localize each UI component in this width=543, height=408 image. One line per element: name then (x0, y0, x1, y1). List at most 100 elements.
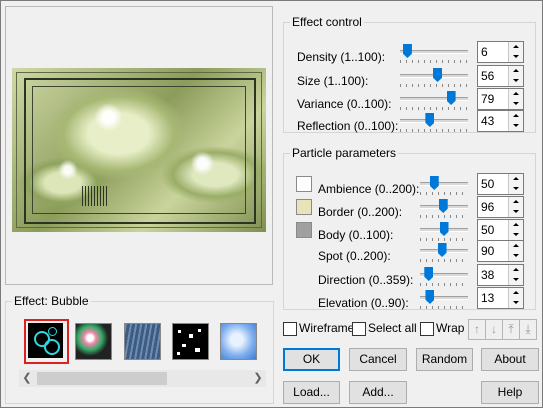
density-spin-down-icon[interactable] (509, 52, 523, 62)
move-down-icon[interactable]: ↓ (485, 319, 503, 340)
effect-bubble-thumbnail[interactable] (24, 319, 69, 364)
cancel-button[interactable]: Cancel (349, 348, 407, 371)
ambience-spinbox[interactable]: 50 (477, 173, 524, 195)
reflection-value[interactable]: 43 (481, 114, 494, 128)
ambience-row: Ambience (0..200): 50 (0, 173, 543, 199)
border-label: Border (0..200): (318, 205, 403, 219)
ambience-slider-track[interactable] (420, 182, 468, 186)
effect-glow-thumbnail[interactable] (75, 323, 112, 360)
direction-row: Direction (0..359): 38 (0, 264, 543, 290)
direction-slider-ticks (420, 283, 468, 286)
variance-label: Variance (0..100): (297, 97, 392, 111)
size-label: Size (1..100): (297, 74, 369, 88)
wrap-label: Wrap (436, 321, 465, 335)
body-spin-down-icon[interactable] (509, 230, 523, 240)
border-slider-thumb[interactable] (438, 199, 448, 213)
select-all-label: Select all (368, 321, 417, 335)
border-value[interactable]: 96 (481, 200, 494, 214)
border-spin-down-icon[interactable] (509, 207, 523, 217)
reflection-slider-thumb[interactable] (425, 113, 435, 127)
density-value[interactable]: 6 (481, 45, 488, 59)
about-button[interactable]: About (481, 348, 539, 371)
move-up-icon[interactable]: ↑ (468, 319, 486, 340)
body-spinbox[interactable]: 50 (477, 219, 524, 241)
direction-value[interactable]: 38 (481, 268, 494, 282)
body-slider-thumb[interactable] (439, 222, 449, 236)
variance-spinbox[interactable]: 79 (477, 88, 524, 110)
density-row: Density (1..100): 6 (0, 41, 543, 67)
wireframe-label: Wireframe (299, 321, 355, 335)
body-color-swatch[interactable] (296, 222, 312, 238)
ambience-color-swatch[interactable] (296, 176, 312, 192)
border-color-swatch[interactable] (296, 199, 312, 215)
wrap-checkbox[interactable] (420, 322, 434, 336)
move-bottom-icon[interactable]: ⤓ (519, 319, 537, 340)
effect-sky-thumbnail[interactable] (220, 323, 257, 360)
body-slider-ticks (420, 238, 468, 241)
direction-spin-down-icon[interactable] (509, 275, 523, 285)
size-spinbox[interactable]: 56 (477, 65, 524, 87)
reflection-spin-down-icon[interactable] (509, 121, 523, 131)
effects-title: Effect: Bubble (12, 294, 91, 308)
scrollbar-thumb[interactable] (37, 372, 167, 385)
elevation-spinbox[interactable]: 13 (477, 287, 524, 309)
body-row: Body (0..100): 50 (0, 219, 543, 245)
variance-value[interactable]: 79 (481, 92, 494, 106)
elevation-label: Elevation (0..90): (318, 296, 409, 310)
load-button[interactable]: Load... (283, 381, 340, 404)
border-spinbox[interactable]: 96 (477, 196, 524, 218)
scroll-right-icon[interactable]: ❯ (250, 370, 266, 387)
size-slider-thumb[interactable] (433, 68, 443, 82)
wireframe-checkbox[interactable] (283, 322, 297, 336)
ambience-label: Ambience (0..200): (318, 182, 420, 196)
scroll-left-icon[interactable]: ❮ (19, 370, 35, 387)
elevation-spin-down-icon[interactable] (509, 298, 523, 308)
spot-slider-ticks (420, 259, 468, 262)
elevation-slider-ticks (420, 306, 468, 309)
direction-spinbox[interactable]: 38 (477, 264, 524, 286)
variance-slider-thumb[interactable] (446, 91, 456, 105)
reflection-spinbox[interactable]: 43 (477, 110, 524, 132)
spot-row: Spot (0..200): 90 (0, 240, 543, 266)
effect-control-title: Effect control (290, 15, 364, 29)
move-top-icon[interactable]: ⤒ (502, 319, 520, 340)
body-label: Body (0..100): (318, 228, 394, 242)
variance-spin-down-icon[interactable] (509, 99, 523, 109)
border-row: Border (0..200): 96 (0, 196, 543, 222)
ambience-slider-thumb[interactable] (429, 176, 439, 190)
size-value[interactable]: 56 (481, 69, 494, 83)
add-button[interactable]: Add... (349, 381, 407, 404)
spot-value[interactable]: 90 (481, 244, 494, 258)
variance-slider-track[interactable] (400, 97, 468, 101)
variance-slider-ticks (400, 107, 468, 110)
ambience-value[interactable]: 50 (481, 177, 494, 191)
size-slider-ticks (400, 84, 468, 87)
effect-rain-thumbnail[interactable] (124, 323, 161, 360)
density-slider-thumb[interactable] (402, 44, 412, 58)
elevation-slider-thumb[interactable] (425, 290, 435, 304)
border-slider-ticks (420, 215, 468, 218)
particle-parameters-title: Particle parameters (290, 146, 399, 160)
spot-label: Spot (0..200): (318, 249, 391, 263)
elevation-value[interactable]: 13 (481, 291, 494, 305)
ambience-slider-ticks (420, 192, 468, 195)
body-value[interactable]: 50 (481, 223, 494, 237)
direction-label: Direction (0..359): (318, 273, 414, 287)
effects-group: Effect: Bubble (5, 294, 274, 404)
density-slider-ticks (400, 60, 468, 63)
random-button[interactable]: Random (416, 348, 473, 371)
spot-spinbox[interactable]: 90 (477, 240, 524, 262)
spot-spin-down-icon[interactable] (509, 251, 523, 261)
select-all-checkbox[interactable] (352, 322, 366, 336)
size-spin-down-icon[interactable] (509, 76, 523, 86)
ok-button[interactable]: OK (283, 348, 340, 371)
direction-slider-thumb[interactable] (424, 267, 434, 281)
spot-slider-thumb[interactable] (437, 243, 447, 257)
effect-stars-thumbnail[interactable] (172, 323, 209, 360)
help-button[interactable]: Help (481, 381, 539, 404)
density-spinbox[interactable]: 6 (477, 41, 524, 63)
density-label: Density (1..100): (297, 50, 386, 64)
effects-scrollbar[interactable]: ❮ ❯ (19, 370, 266, 387)
ambience-spin-down-icon[interactable] (509, 184, 523, 194)
variance-row: Variance (0..100): 79 (0, 88, 543, 114)
